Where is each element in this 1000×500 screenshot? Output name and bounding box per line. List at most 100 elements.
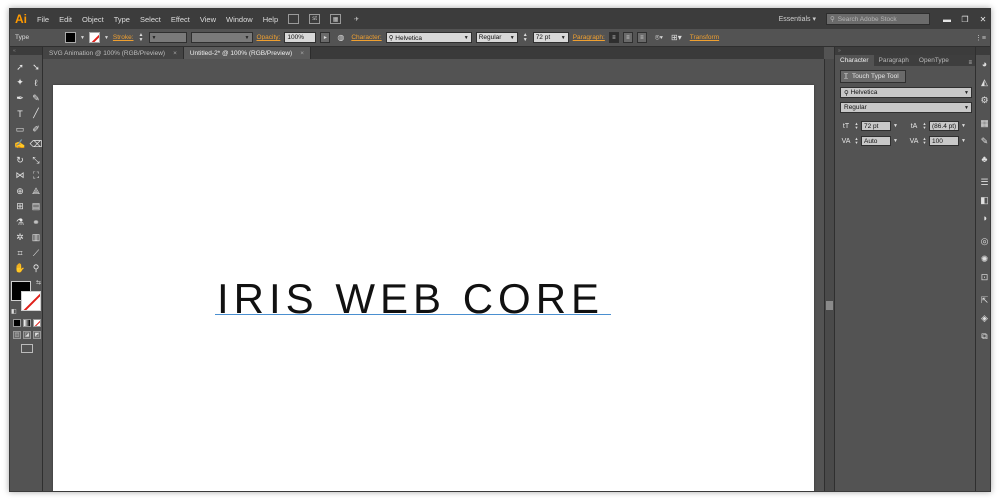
tab-paragraph[interactable]: Paragraph — [874, 55, 914, 66]
kerning-input[interactable]: Auto — [861, 136, 891, 146]
dock-grip[interactable] — [976, 47, 990, 55]
canvas-area[interactable]: IRIS WEB CORE — [43, 59, 824, 491]
arrange-documents-icon[interactable]: ▦ — [330, 14, 342, 24]
recolor-icon[interactable]: ◍ — [337, 33, 344, 42]
font-size-dropdown[interactable]: 72 pt ▼ — [532, 32, 569, 43]
touch-type-tool-button[interactable]: T̲ Touch Type Tool — [840, 70, 906, 83]
gradient-panel-icon[interactable]: ◧ — [976, 191, 990, 209]
stroke-panel-icon[interactable]: ☰ — [976, 173, 990, 191]
default-colors-icon[interactable]: ◧ — [11, 308, 17, 315]
chevron-down-icon[interactable]: ▼ — [893, 138, 898, 144]
panel-collapse-icon[interactable]: » — [835, 47, 975, 55]
close-icon[interactable]: × — [173, 50, 177, 57]
close-window-button[interactable]: ✕ — [974, 12, 990, 26]
stock-search-input[interactable]: ⚲ Search Adobe Stock — [826, 13, 930, 25]
appearance-icon[interactable]: ◎ — [976, 232, 990, 250]
tracking-input[interactable]: 100 — [929, 136, 959, 146]
stroke-swatch[interactable] — [88, 32, 100, 43]
hand-tool-icon[interactable]: ✋ — [13, 263, 27, 276]
artboards-icon[interactable]: ⧉ — [976, 327, 990, 345]
panel-menu-icon[interactable]: ≡ — [968, 60, 972, 66]
none-button[interactable] — [33, 319, 41, 327]
menu-effect[interactable]: Effect — [166, 15, 195, 24]
artboard-tool-icon[interactable]: ⌗ — [13, 247, 27, 260]
shape-builder-tool-icon[interactable]: ⊕ — [13, 185, 27, 198]
gradient-tool-icon[interactable]: ▤ — [29, 201, 43, 214]
chevron-down-icon[interactable]: ▼ — [80, 35, 85, 41]
leading-stepper[interactable]: ▲ ▼ — [922, 122, 927, 130]
curvature-tool-icon[interactable]: ✎ — [29, 92, 43, 105]
tab-character[interactable]: Character — [835, 55, 874, 66]
layers-icon[interactable]: ◈ — [976, 309, 990, 327]
brushes-icon[interactable]: ✎ — [976, 132, 990, 150]
pen-tool-icon[interactable]: ✒ — [13, 92, 27, 105]
transparency-icon[interactable]: ◑ — [976, 209, 990, 227]
menu-view[interactable]: View — [195, 15, 221, 24]
menu-edit[interactable]: Edit — [54, 15, 77, 24]
screen-mode-icon[interactable] — [21, 344, 33, 353]
line-segment-tool-icon[interactable]: ╱ — [29, 108, 43, 121]
swap-fill-stroke-icon[interactable]: ⇆ — [36, 279, 41, 286]
tab-svg-animation[interactable]: SVG Animation @ 100% (RGB/Preview) × — [43, 47, 184, 59]
image-trace-icon[interactable]: ⊡ — [976, 268, 990, 286]
character-link[interactable]: Character: — [351, 34, 381, 41]
magic-wand-tool-icon[interactable]: ✦ — [13, 77, 27, 90]
draw-normal-icon[interactable]: ◫ — [13, 331, 21, 339]
grid-icon[interactable]: ⊞▾ — [671, 33, 682, 42]
scale-tool-icon[interactable]: ⤡ — [29, 154, 43, 167]
rotate-tool-icon[interactable]: ↻ — [13, 154, 27, 167]
cc-libraries-icon[interactable]: ⚙ — [976, 91, 990, 109]
chevron-down-icon[interactable]: ▼ — [893, 123, 898, 129]
font-style-field[interactable]: Regular ▼ — [840, 102, 972, 113]
vertical-scrollbar[interactable] — [824, 59, 834, 491]
menu-select[interactable]: Select — [135, 15, 166, 24]
font-family-field[interactable]: ⚲ Helvetica ▼ — [840, 87, 972, 98]
eraser-tool-icon[interactable]: ⌫ — [29, 139, 43, 152]
font-style-dropdown[interactable]: Regular ▼ — [475, 32, 518, 43]
menu-window[interactable]: Window — [221, 15, 258, 24]
bridge-icon[interactable] — [288, 14, 300, 24]
stroke-weight-dropdown[interactable]: ▼ — [148, 32, 187, 43]
color-button[interactable] — [13, 319, 21, 327]
menu-help[interactable]: Help — [258, 15, 283, 24]
restore-button[interactable]: ❐ — [956, 12, 974, 26]
selection-tool-icon[interactable]: ➚ — [13, 61, 27, 74]
rectangle-tool-icon[interactable]: ▭ — [13, 123, 27, 136]
align-right-button[interactable]: ≡ — [636, 32, 647, 43]
paragraph-link[interactable]: Paragraph: — [573, 34, 605, 41]
warp-icon[interactable]: ⌾▾ — [655, 33, 663, 43]
width-tool-icon[interactable]: ⋈ — [13, 170, 27, 183]
transform-link[interactable]: Transform — [690, 34, 719, 41]
blend-tool-icon[interactable]: ⚭ — [29, 216, 43, 229]
chevron-down-icon[interactable]: ▼ — [104, 35, 109, 41]
export-icon[interactable]: ⇱ — [976, 291, 990, 309]
chevron-down-icon[interactable]: ▼ — [961, 138, 966, 144]
font-size-stepper[interactable]: ▲ ▼ — [854, 122, 859, 130]
direct-selection-tool-icon[interactable]: ➘ — [29, 61, 43, 74]
graphic-styles-icon[interactable]: ✺ — [976, 250, 990, 268]
symbol-sprayer-tool-icon[interactable]: ✲ — [13, 232, 27, 245]
stroke-stepper[interactable]: ▲ ▼ — [138, 32, 145, 43]
gradient-button[interactable] — [23, 319, 31, 327]
fill-swatch[interactable] — [65, 32, 76, 43]
draw-inside-icon[interactable]: ◩ — [33, 331, 41, 339]
kerning-stepper[interactable]: ▲ ▼ — [854, 137, 859, 145]
minimize-button[interactable]: ▬ — [938, 12, 956, 26]
menu-type[interactable]: Type — [109, 15, 135, 24]
color-panel-icon[interactable]: ◕ — [976, 55, 990, 73]
perspective-grid-tool-icon[interactable]: ⟁ — [29, 185, 43, 198]
align-left-button[interactable]: ≡ — [608, 32, 619, 43]
chevron-down-icon[interactable]: ▼ — [964, 105, 969, 111]
type-tool-icon[interactable]: T — [13, 108, 27, 121]
swatches-icon[interactable]: ▦ — [976, 114, 990, 132]
opacity-field[interactable]: 100% — [284, 32, 317, 43]
opacity-link[interactable]: Opacity: — [257, 34, 281, 41]
font-family-dropdown[interactable]: ⚲ Helvetica ▼ — [385, 32, 472, 43]
stroke-color-box[interactable] — [21, 291, 41, 311]
color-guide-icon[interactable]: ◭ — [976, 73, 990, 91]
variable-width-dropdown[interactable]: ▼ — [190, 32, 253, 43]
leading-input[interactable]: (86.4 pt) — [929, 121, 959, 131]
scrollbar-thumb[interactable] — [826, 301, 833, 310]
tab-opentype[interactable]: OpenType — [914, 55, 954, 66]
stock-icon[interactable]: st — [309, 14, 321, 24]
